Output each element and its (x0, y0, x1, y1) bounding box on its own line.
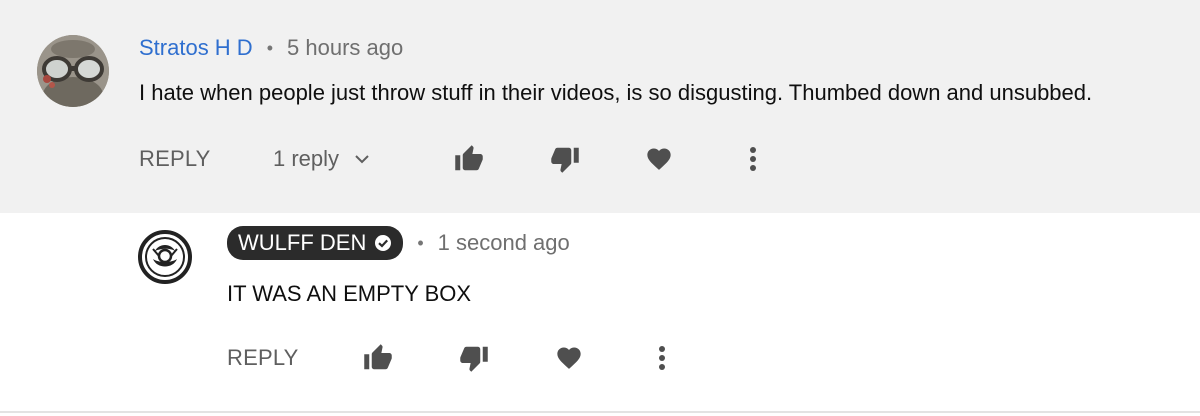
verified-check-icon (374, 234, 392, 252)
reply-author-avatar[interactable] (137, 229, 193, 285)
comment-header: Stratos H D • 5 hours ago (139, 35, 403, 61)
comment-thread: Stratos H D • 5 hours ago I hate when pe… (0, 0, 1200, 213)
replies-count-label: 1 reply (273, 146, 340, 171)
heart-icon[interactable] (553, 342, 585, 374)
comment-timestamp[interactable]: 5 hours ago (287, 35, 403, 61)
reply-button[interactable]: REPLY (227, 343, 299, 373)
divider (0, 411, 1200, 413)
heart-icon[interactable] (643, 143, 675, 175)
reply-item: WULFF DEN • 1 second ago IT WAS AN EMPTY… (0, 213, 1200, 416)
meta-separator: • (266, 37, 274, 58)
more-vert-icon[interactable] (741, 143, 765, 175)
reply-timestamp[interactable]: 1 second ago (438, 230, 570, 256)
reply-button[interactable]: REPLY (139, 144, 211, 174)
meta-separator: • (417, 232, 424, 253)
chevron-down-icon (355, 154, 369, 164)
reply-text: IT WAS AN EMPTY BOX (227, 281, 472, 306)
reply-header: WULFF DEN • 1 second ago (227, 225, 570, 261)
comment-text: I hate when people just throw stuff in t… (139, 80, 1093, 105)
dislike-icon[interactable] (548, 143, 582, 175)
view-replies-button[interactable]: 1 reply (273, 144, 369, 174)
like-icon[interactable] (452, 143, 486, 175)
like-icon[interactable] (361, 342, 395, 374)
comment-author-link[interactable]: Stratos H D (139, 35, 253, 61)
reply-author-name: WULFF DEN (238, 229, 367, 255)
more-vert-icon[interactable] (650, 342, 674, 374)
dislike-icon[interactable] (457, 342, 491, 374)
creator-author-chip[interactable]: WULFF DEN (227, 226, 404, 260)
commenter-avatar[interactable] (37, 35, 109, 107)
